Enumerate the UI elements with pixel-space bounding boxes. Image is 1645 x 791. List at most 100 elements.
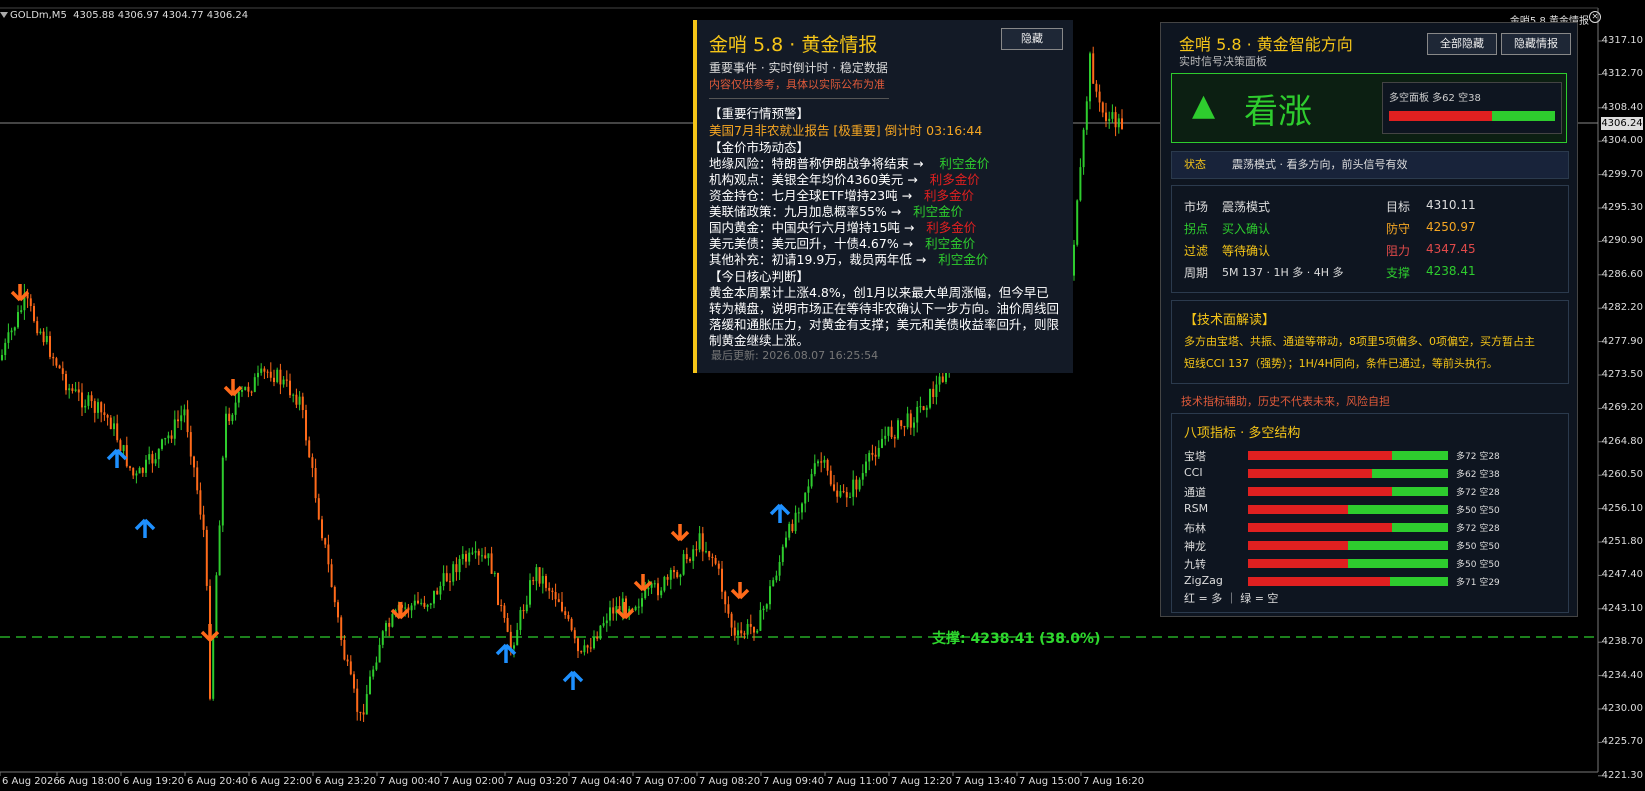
candle-body bbox=[781, 546, 784, 562]
indicator-value: 多71 空29 bbox=[1456, 578, 1500, 588]
dynamics-row: 资金持仓：七月全球ETF增持23吨 → 利多金价 bbox=[709, 188, 1061, 204]
candle-body bbox=[295, 394, 298, 405]
defend-value: 4250.97 bbox=[1426, 220, 1476, 234]
candle-body bbox=[327, 544, 330, 565]
candle-body bbox=[791, 523, 794, 532]
candle-body bbox=[381, 631, 384, 645]
core-header: 【今日核心判断】 bbox=[709, 269, 810, 284]
candle-body bbox=[225, 413, 227, 458]
indicator-bar-bull bbox=[1248, 505, 1348, 514]
candle-body bbox=[167, 435, 170, 439]
candle-body bbox=[1101, 102, 1104, 113]
candle-body bbox=[58, 365, 61, 369]
candle-body bbox=[788, 523, 791, 538]
hide-intel-button[interactable]: 隐藏情报 bbox=[1501, 33, 1571, 55]
period-key: 周期 bbox=[1184, 266, 1209, 280]
price-axis-label: 4256.10 bbox=[1601, 502, 1643, 514]
candle-body bbox=[1073, 244, 1075, 276]
candle-body bbox=[279, 369, 282, 385]
candle-body bbox=[756, 630, 759, 633]
candle-body bbox=[884, 435, 887, 439]
candle-body bbox=[634, 606, 637, 611]
candle-body bbox=[641, 598, 643, 607]
candle-body bbox=[340, 617, 343, 640]
close-icon[interactable]: ✕ bbox=[1589, 11, 1601, 23]
candle-body bbox=[372, 669, 375, 677]
price-axis-label: 4225.70 bbox=[1601, 736, 1643, 748]
indicator-bar bbox=[1248, 523, 1448, 532]
candle-body bbox=[4, 342, 7, 356]
candle-body bbox=[461, 554, 464, 559]
candle-body bbox=[887, 426, 890, 436]
dropdown-triangle-icon[interactable] bbox=[0, 12, 8, 18]
market-value: 震荡模式 bbox=[1222, 200, 1271, 214]
price-axis-label: 4269.20 bbox=[1601, 402, 1643, 414]
row-label: 国内黄金：中国央行六月增持15吨 → bbox=[709, 220, 915, 235]
hide-button[interactable]: 隐藏 bbox=[1001, 28, 1063, 50]
turn-key: 拐点 bbox=[1184, 222, 1209, 236]
candle-body bbox=[765, 604, 768, 609]
candle-body bbox=[602, 623, 605, 626]
candle-body bbox=[343, 639, 346, 660]
candle-body bbox=[743, 633, 746, 635]
candle-body bbox=[36, 321, 39, 334]
candle-body bbox=[433, 590, 435, 604]
candle-body bbox=[90, 395, 93, 402]
candle-body bbox=[897, 420, 899, 439]
period-value: 5M 137 · 1H 多 · 4H 多 bbox=[1222, 266, 1344, 279]
indicator-bar bbox=[1248, 487, 1448, 496]
dynamics-row: 美元美债：美元回升，十债4.67% → 利空金价 bbox=[709, 236, 1061, 252]
indicator-row: 布林 多72 空28 bbox=[1184, 520, 1564, 536]
candle-body bbox=[532, 580, 535, 582]
candle-body bbox=[577, 638, 579, 652]
candle-body bbox=[922, 406, 925, 410]
indicator-bar-bull bbox=[1248, 541, 1348, 550]
time-axis-label: 7 Aug 03:20 bbox=[507, 776, 569, 787]
candle-body bbox=[545, 576, 547, 588]
alert-header: 【重要行情预警】 bbox=[709, 106, 810, 121]
price-axis-label: 4238.70 bbox=[1601, 636, 1643, 648]
candle-body bbox=[698, 533, 701, 550]
resist-value: 4347.45 bbox=[1426, 242, 1476, 256]
time-axis-label: 7 Aug 02:00 bbox=[443, 776, 505, 787]
candle-body bbox=[849, 496, 851, 498]
time-axis-label: 6 Aug 2026 bbox=[2, 776, 60, 787]
candle-body bbox=[1105, 112, 1107, 121]
candle-body bbox=[122, 445, 125, 451]
candle-body bbox=[737, 630, 739, 636]
candle-body bbox=[215, 575, 218, 636]
candle-body bbox=[919, 406, 922, 408]
candle-body bbox=[906, 413, 909, 428]
current-price-tag: 4306.24 bbox=[1601, 117, 1643, 130]
hide-all-button[interactable]: 全部隐藏 bbox=[1427, 33, 1497, 55]
indicator-structure: 八项指标 · 多空结构 红 = 多 ｜ 绿 = 空 宝塔 多72 空28 CCI 多6… bbox=[1171, 413, 1569, 613]
candle-body bbox=[855, 479, 858, 490]
candle-body bbox=[116, 423, 119, 441]
candle-body bbox=[487, 553, 490, 559]
indicator-value: 多50 空50 bbox=[1456, 506, 1500, 516]
candle-body bbox=[199, 490, 202, 515]
candle-body bbox=[509, 631, 512, 649]
indicator-row: RSM 多50 空50 bbox=[1184, 502, 1564, 518]
row-tag: 利多金价 bbox=[929, 172, 980, 187]
candle-body bbox=[81, 392, 83, 408]
candle-body bbox=[362, 712, 365, 715]
price-axis-label: 4299.70 bbox=[1601, 168, 1643, 180]
candle-body bbox=[833, 484, 835, 491]
candle-body bbox=[135, 473, 138, 476]
candle-body bbox=[465, 554, 467, 562]
candle-body bbox=[369, 676, 371, 695]
candle-body bbox=[132, 467, 135, 476]
candle-body bbox=[490, 553, 493, 574]
candle-body bbox=[365, 694, 368, 715]
indicator-row: 通道 多72 空28 bbox=[1184, 484, 1564, 500]
candle-body bbox=[282, 379, 285, 385]
candle-body bbox=[13, 327, 16, 331]
candle-body bbox=[423, 602, 426, 607]
candle-body bbox=[77, 389, 80, 393]
candle-body bbox=[714, 557, 717, 564]
candle-body bbox=[711, 556, 714, 558]
candle-body bbox=[890, 426, 893, 438]
defend-key: 防守 bbox=[1386, 222, 1411, 236]
candle-body bbox=[324, 538, 327, 545]
